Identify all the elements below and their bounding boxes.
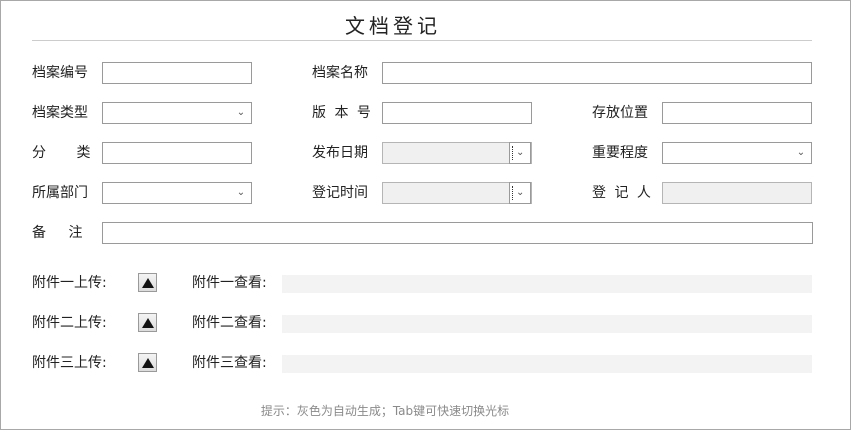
attachment-1-view-field[interactable] <box>282 275 812 293</box>
dropdown-focus-marker <box>512 186 513 200</box>
register-time-dropdown-button[interactable]: ⌄ <box>509 182 531 204</box>
registrant-input <box>662 182 812 204</box>
publish-date-picker[interactable]: ⌄ <box>382 142 532 164</box>
attachment-1-view-label: 附件一查看: <box>192 275 267 291</box>
attachment-2-view-field[interactable] <box>282 315 812 333</box>
version-no-label: 版 本 号 <box>312 105 371 121</box>
importance-label: 重要程度 <box>592 145 648 161</box>
importance-select[interactable]: ⌄ <box>662 142 812 164</box>
upload-triangle-icon <box>142 318 154 328</box>
attachment-3-upload-label: 附件三上传: <box>32 355 107 371</box>
chevron-down-icon: ⌄ <box>516 147 525 158</box>
remarks-input[interactable] <box>102 222 813 244</box>
chevron-down-icon: ⌄ <box>796 147 806 158</box>
category-label: 分 类 <box>32 145 91 161</box>
archive-no-input[interactable] <box>102 62 252 84</box>
title-divider <box>32 40 812 41</box>
archive-type-label: 档案类型 <box>32 105 88 121</box>
storage-location-input[interactable] <box>662 102 812 124</box>
archive-name-input[interactable] <box>382 62 812 84</box>
attachment-3-view-field[interactable] <box>282 355 812 373</box>
register-time-picker[interactable]: ⌄ <box>382 182 532 204</box>
attachment-1-upload-button[interactable] <box>138 273 157 292</box>
register-time-label: 登记时间 <box>312 185 368 201</box>
storage-location-label: 存放位置 <box>592 105 648 121</box>
dropdown-focus-marker <box>512 146 513 160</box>
chevron-down-icon: ⌄ <box>516 187 525 198</box>
archive-name-label: 档案名称 <box>312 65 368 81</box>
attachment-2-upload-button[interactable] <box>138 313 157 332</box>
category-input[interactable] <box>102 142 252 164</box>
archive-type-select[interactable]: ⌄ <box>102 102 252 124</box>
department-label: 所属部门 <box>32 185 88 201</box>
hint-text: 提示：灰色为自动生成；Tab键可快速切换光标 <box>260 404 510 418</box>
page-title: 文档登记 <box>345 14 441 38</box>
chevron-down-icon: ⌄ <box>236 187 246 198</box>
department-select[interactable]: ⌄ <box>102 182 252 204</box>
remarks-label: 备 注 <box>32 225 83 241</box>
chevron-down-icon: ⌄ <box>236 107 246 118</box>
attachment-2-view-label: 附件二查看: <box>192 315 267 331</box>
attachment-1-upload-label: 附件一上传: <box>32 275 107 291</box>
attachment-3-view-label: 附件三查看: <box>192 355 267 371</box>
attachment-3-upload-button[interactable] <box>138 353 157 372</box>
registrant-label: 登 记 人 <box>592 185 651 201</box>
upload-triangle-icon <box>142 358 154 368</box>
upload-triangle-icon <box>142 278 154 288</box>
version-no-input[interactable] <box>382 102 532 124</box>
publish-date-label: 发布日期 <box>312 145 368 161</box>
publish-date-dropdown-button[interactable]: ⌄ <box>509 142 531 164</box>
archive-no-label: 档案编号 <box>32 65 88 81</box>
attachment-2-upload-label: 附件二上传: <box>32 315 107 331</box>
